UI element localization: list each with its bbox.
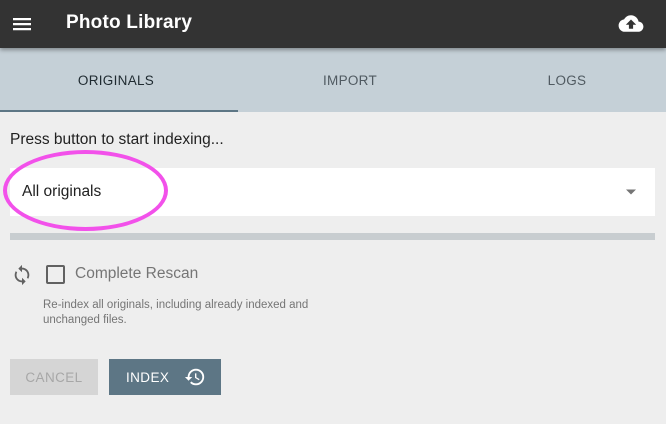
- tab-import[interactable]: IMPORT: [232, 48, 468, 112]
- tab-originals[interactable]: ORIGINALS: [0, 48, 232, 112]
- tab-bar: ORIGINALS IMPORT LOGS: [0, 48, 666, 112]
- cancel-button-label: CANCEL: [25, 369, 83, 385]
- cloud-upload-icon[interactable]: [618, 12, 644, 36]
- index-button-label: INDEX: [126, 369, 170, 385]
- refresh-icon: [14, 264, 30, 286]
- index-progress-bar: [10, 233, 655, 240]
- app-toolbar: Photo Library: [0, 0, 666, 48]
- history-icon: [184, 368, 205, 386]
- app-title: Photo Library: [66, 12, 193, 33]
- active-tab-indicator: [0, 110, 238, 112]
- index-button[interactable]: INDEX: [109, 359, 221, 395]
- hamburger-menu-icon[interactable]: [10, 12, 34, 36]
- originals-folder-select[interactable]: All originals: [10, 168, 655, 216]
- folder-select-value: All originals: [22, 183, 102, 200]
- dropdown-arrow-icon: [626, 189, 636, 195]
- complete-rescan-checkbox[interactable]: [46, 265, 65, 284]
- complete-rescan-label[interactable]: Complete Rescan: [75, 265, 198, 283]
- index-prompt: Press button to start indexing...: [10, 131, 224, 148]
- cancel-button[interactable]: CANCEL: [10, 359, 98, 395]
- complete-rescan-hint: Re-index all originals, including alread…: [43, 299, 309, 326]
- tab-logs[interactable]: LOGS: [468, 48, 666, 112]
